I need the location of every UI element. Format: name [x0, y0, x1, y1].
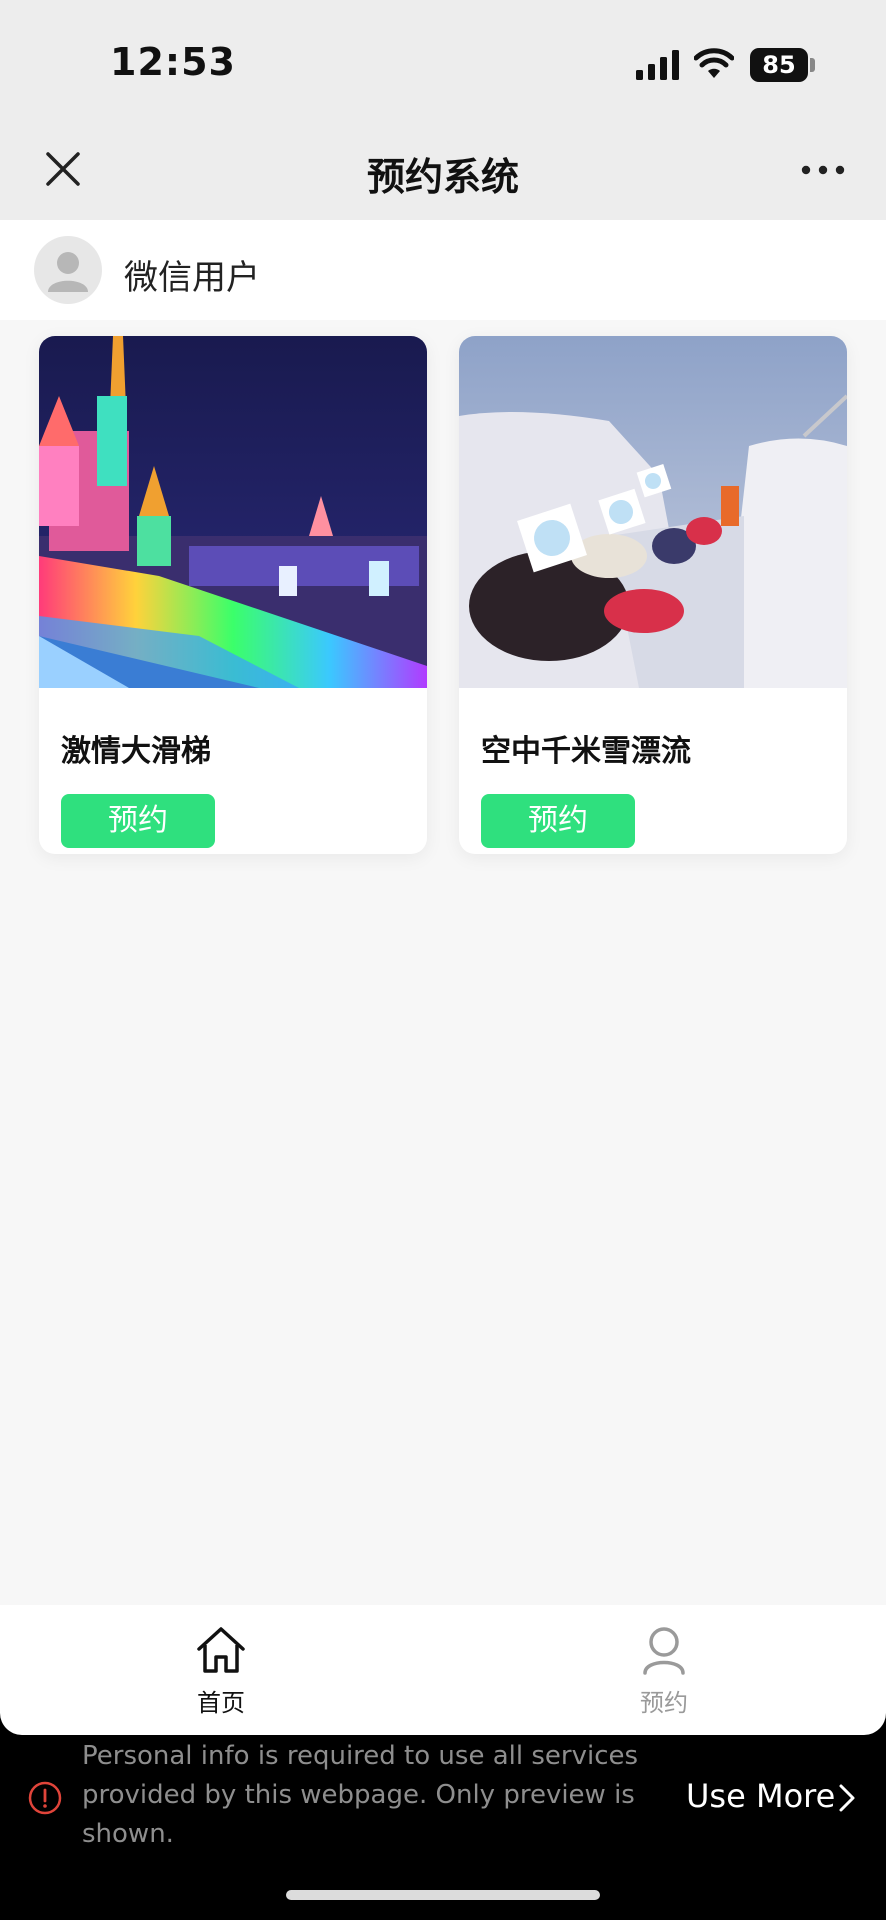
- item-title: 空中千米雪漂流: [481, 734, 691, 769]
- tab-booking-label: 预约: [640, 1689, 688, 1717]
- user-row: 微信用户: [0, 220, 886, 320]
- warning-icon: [28, 1781, 62, 1815]
- banner-message: Personal info is required to use all ser…: [82, 1741, 639, 1849]
- cellular-signal-icon: [636, 50, 679, 80]
- default-user-icon: [48, 252, 88, 292]
- battery-icon: 85: [750, 48, 808, 82]
- home-icon: [197, 1627, 245, 1673]
- top-area: 12:53 85 预约系统: [0, 0, 886, 220]
- book-button[interactable]: 预约: [481, 794, 635, 848]
- use-more-button[interactable]: Use More: [686, 1777, 835, 1815]
- status-time: 12:53: [110, 40, 236, 84]
- screen: 12:53 85 预约系统 微信用户 激情大滑梯 预约 空中千米雪漂流 预约 P…: [0, 0, 886, 1920]
- chevron-right-icon[interactable]: [838, 1783, 856, 1813]
- username: 微信用户: [124, 258, 260, 298]
- item-card[interactable]: 激情大滑梯 预约: [39, 336, 427, 854]
- avatar: [34, 236, 102, 304]
- wifi-icon: [694, 48, 734, 78]
- battery-cap: [810, 58, 815, 72]
- home-indicator[interactable]: [286, 1890, 600, 1900]
- battery-level: 85: [762, 51, 796, 79]
- item-image: [459, 336, 847, 688]
- page-title: 预约系统: [366, 155, 519, 199]
- person-icon: [643, 1627, 685, 1675]
- content-area: 激情大滑梯 预约 空中千米雪漂流 预约: [0, 320, 886, 1605]
- tab-bar: 首页 预约: [0, 1605, 886, 1735]
- tab-booking[interactable]: 预约: [564, 1605, 764, 1735]
- item-title: 激情大滑梯: [61, 734, 211, 769]
- item-card[interactable]: 空中千米雪漂流 预约: [459, 336, 847, 854]
- book-button[interactable]: 预约: [61, 794, 215, 848]
- more-options-icon[interactable]: [800, 160, 846, 180]
- tab-home[interactable]: 首页: [121, 1605, 321, 1735]
- item-image: [39, 336, 427, 688]
- tab-home-label: 首页: [197, 1689, 245, 1717]
